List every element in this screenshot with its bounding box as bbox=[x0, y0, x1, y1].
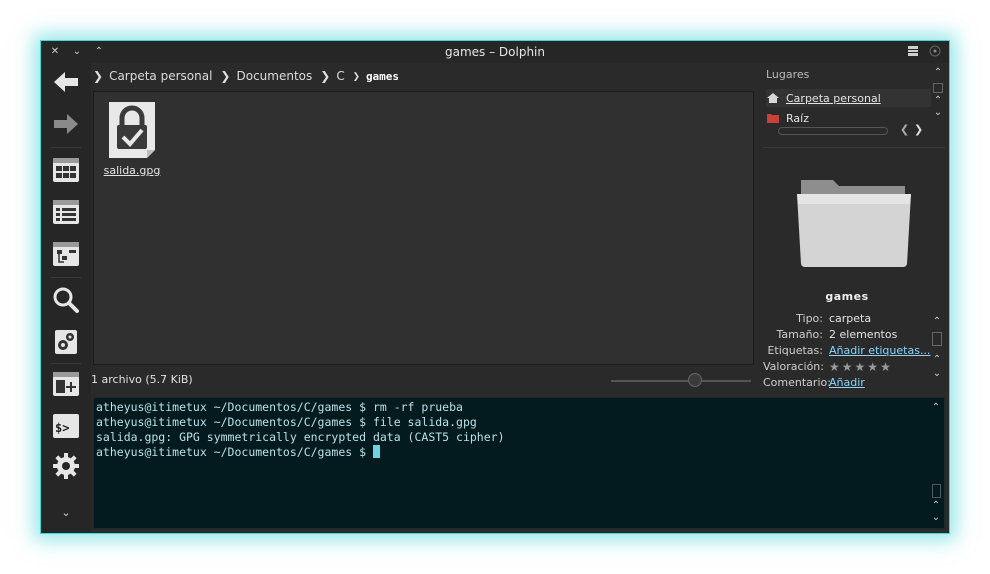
details-view-icon bbox=[53, 200, 79, 224]
red-folder-icon bbox=[767, 114, 779, 123]
menu-icon[interactable] bbox=[905, 44, 921, 60]
file-view[interactable]: salida.gpg bbox=[93, 91, 754, 365]
zoom-slider-handle[interactable] bbox=[688, 373, 702, 387]
terminal-prompt-line[interactable]: atheyus@itimetux ~/Documentos/C/games $ bbox=[96, 445, 942, 460]
window-title: games – Dolphin bbox=[444, 45, 545, 59]
breadcrumb-item-c[interactable]: ❯ C bbox=[320, 69, 344, 83]
back-button[interactable] bbox=[51, 67, 81, 97]
status-bar: 1 archivo (5.7 KiB) bbox=[91, 367, 757, 393]
add-tags-link[interactable]: Añadir etiquetas... bbox=[829, 344, 930, 360]
configure-button[interactable] bbox=[51, 451, 81, 481]
tree-view-button[interactable] bbox=[51, 239, 81, 269]
back-arrow-icon bbox=[54, 72, 78, 92]
svg-text:$>: $> bbox=[55, 421, 69, 435]
places-scroll-up-icon[interactable]: ⌃ bbox=[932, 67, 944, 78]
place-item-home[interactable]: Carpeta personal bbox=[766, 89, 931, 107]
scroll-left-icon[interactable]: ❮ bbox=[900, 123, 909, 136]
preview-settings-button[interactable] bbox=[51, 327, 81, 357]
info-scroll-down-icon[interactable]: ⌄ bbox=[931, 368, 943, 379]
chevron-right-icon: ❯ bbox=[93, 69, 104, 83]
places-scrollbar-thumb[interactable] bbox=[933, 83, 943, 93]
chevron-right-icon: ❯ bbox=[352, 69, 360, 83]
more-tools-chevron-icon[interactable]: ⌄ bbox=[51, 503, 81, 521]
status-text: 1 archivo (5.7 KiB) bbox=[91, 373, 193, 386]
places-scroll-up-icon[interactable]: ⌃ bbox=[932, 95, 944, 106]
terminal-scroll-up-icon[interactable]: ⌃ bbox=[930, 500, 942, 511]
info-scroll-up-icon[interactable]: ⌃ bbox=[931, 354, 943, 365]
terminal-scrollbar-thumb[interactable] bbox=[932, 484, 941, 498]
forward-arrow-icon bbox=[54, 114, 78, 134]
terminal-button[interactable]: $> bbox=[51, 411, 81, 441]
forward-button[interactable] bbox=[51, 109, 81, 139]
add-comment-link[interactable]: Añadir bbox=[829, 376, 865, 388]
breadcrumb-item-home[interactable]: ❯ Carpeta personal bbox=[93, 69, 212, 83]
encrypted-file-icon bbox=[106, 100, 158, 160]
zoom-slider[interactable] bbox=[611, 380, 751, 382]
meta-row-rating: Valoración: ★ ★ ★ ★ ★ bbox=[763, 360, 891, 376]
split-view-button[interactable] bbox=[51, 369, 81, 399]
meta-row-type: Tipo: carpeta bbox=[796, 312, 872, 325]
places-title: Lugares bbox=[766, 68, 810, 81]
dolphin-window: ✕ ⌄ ⌃ games – Dolphin $> ⌄ ❯ Carpeta per… bbox=[40, 40, 950, 534]
breadcrumb-item-documentos[interactable]: ❯ Documentos bbox=[220, 69, 312, 83]
terminal-icon: $> bbox=[53, 414, 79, 438]
scroll-right-icon[interactable]: ❯ bbox=[914, 123, 923, 136]
places-scroll-down-icon[interactable]: ⌄ bbox=[932, 107, 944, 118]
meta-row-comment: Comentario: Añadir bbox=[763, 376, 865, 388]
places-horizontal-scrollbar[interactable] bbox=[778, 127, 888, 135]
star-icon[interactable]: ★ bbox=[880, 360, 891, 376]
text-cursor bbox=[372, 445, 380, 458]
breadcrumb: ❯ Carpeta personal ❯ Documentos ❯ C ❯ games bbox=[91, 63, 757, 89]
rating-stars[interactable]: ★ ★ ★ ★ ★ bbox=[829, 360, 891, 376]
terminal-scroll-down-icon[interactable]: ⌄ bbox=[930, 512, 942, 523]
meta-row-tags: Etiquetas: Añadir etiquetas... bbox=[763, 344, 933, 360]
gear-icon bbox=[53, 453, 79, 479]
star-icon[interactable]: ★ bbox=[855, 360, 866, 376]
info-scrollbar-thumb[interactable] bbox=[932, 332, 942, 346]
main-toolbar: $> ⌄ bbox=[41, 63, 91, 533]
icons-view-icon bbox=[53, 158, 79, 182]
terminal-line: atheyus@itimetux ~/Documentos/C/games $ … bbox=[96, 400, 463, 414]
search-button[interactable] bbox=[51, 285, 81, 315]
places-panel: Lugares Carpeta personal Raíz ❮ ❯ ⌃ ⌃ ⌄ bbox=[760, 63, 945, 143]
breadcrumb-item-games[interactable]: ❯ games bbox=[353, 69, 399, 83]
terminal-panel[interactable]: atheyus@itimetux ~/Documentos/C/games $ … bbox=[93, 397, 945, 529]
information-panel: games Tipo: carpeta Tamaño: 2 elementos … bbox=[763, 147, 945, 388]
terminal-line: salida.gpg: GPG symmetrically encrypted … bbox=[96, 430, 505, 444]
file-name: salida.gpg bbox=[103, 164, 161, 177]
icons-view-button[interactable] bbox=[51, 155, 81, 185]
file-item[interactable]: salida.gpg bbox=[102, 100, 162, 177]
split-view-icon bbox=[53, 372, 79, 396]
search-icon bbox=[53, 287, 79, 313]
star-icon[interactable]: ★ bbox=[867, 360, 878, 376]
chevron-right-icon: ❯ bbox=[320, 69, 331, 83]
keep-above-icon[interactable] bbox=[927, 44, 943, 60]
info-scroll-up-icon[interactable]: ⌃ bbox=[931, 316, 943, 327]
star-icon[interactable]: ★ bbox=[829, 360, 840, 376]
item-name: games bbox=[825, 290, 869, 303]
home-icon bbox=[767, 93, 779, 103]
chevron-right-icon: ❯ bbox=[220, 69, 231, 83]
meta-row-size: Tamaño: 2 elementos bbox=[776, 328, 898, 341]
star-icon[interactable]: ★ bbox=[842, 360, 853, 376]
preview-gear-icon bbox=[55, 330, 77, 354]
terminal-line: atheyus@itimetux ~/Documentos/C/games $ … bbox=[96, 415, 477, 429]
details-view-button[interactable] bbox=[51, 197, 81, 227]
terminal-scroll-up-icon[interactable]: ⌃ bbox=[930, 402, 942, 413]
tree-view-icon bbox=[53, 242, 79, 266]
title-bar: ✕ ⌄ ⌃ games – Dolphin bbox=[41, 41, 949, 63]
folder-preview-icon bbox=[793, 174, 915, 270]
